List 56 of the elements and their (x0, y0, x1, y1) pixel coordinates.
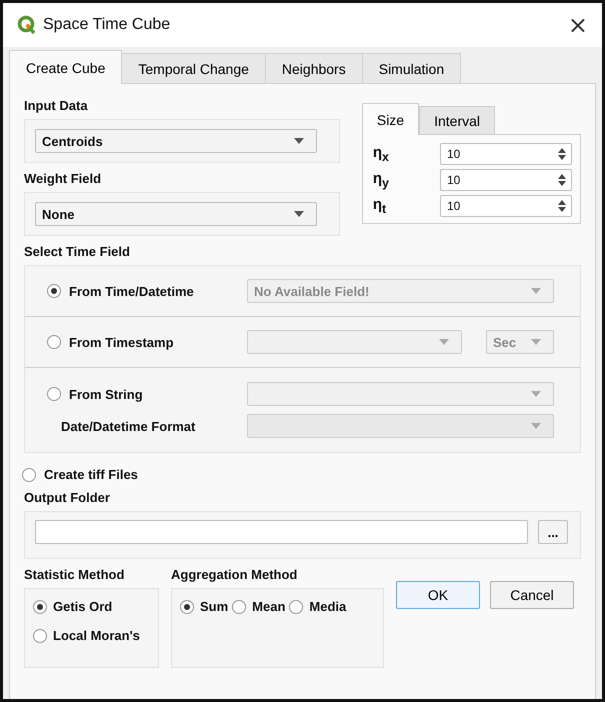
dialog-button[interactable]: Cancel (490, 581, 574, 609)
caret-icon (531, 423, 541, 429)
caret-icon (294, 138, 304, 144)
caret-icon (294, 211, 304, 217)
tab[interactable]: Simulation (362, 53, 462, 83)
radio-button[interactable] (47, 387, 61, 401)
radio-label: Mean (252, 599, 286, 614)
app-logo-icon (17, 15, 37, 35)
radio-button[interactable] (289, 600, 304, 614)
spin-arrows-icon (557, 199, 567, 213)
tab[interactable]: Interval (419, 106, 496, 134)
eta-label: η$_{y}$ (372, 170, 389, 190)
radio-button[interactable] (180, 600, 194, 614)
close-button[interactable]: × (562, 11, 594, 39)
spin-arrows-icon (557, 147, 567, 161)
radio-label: Getis Ord (53, 599, 112, 614)
tab[interactable]: Create Cube (9, 50, 122, 84)
radio-button[interactable] (47, 335, 61, 349)
caret-icon (531, 391, 541, 397)
radio-label: Sum (200, 599, 228, 614)
weight-field-dropdown[interactable]: None (35, 202, 317, 226)
window-title: Space Time Cube (43, 16, 172, 34)
section-label: Weight Field (24, 171, 102, 186)
radio-button[interactable] (33, 628, 47, 642)
tab[interactable]: Neighbors (264, 53, 363, 83)
radio-label: Create tiff Files (44, 467, 138, 482)
section-label: Select Time Field (24, 244, 131, 259)
radio-button[interactable] (22, 468, 36, 482)
caret-icon (531, 339, 541, 345)
section-label: Statistic Method (24, 567, 126, 582)
radio-label: Local Moran's (53, 628, 140, 643)
section-label: Output Folder (24, 490, 111, 505)
spin-box[interactable]: 10 (440, 195, 572, 217)
section-label: Input Data (24, 98, 89, 113)
output-folder-field[interactable] (35, 520, 528, 544)
radio-label: From Time/Datetime (69, 284, 194, 298)
tab[interactable]: Size (362, 103, 420, 135)
spin-box[interactable]: 10 (440, 169, 572, 191)
tab[interactable]: Temporal Change (121, 53, 266, 83)
radio-label: From Timestamp (69, 334, 174, 350)
radio-button[interactable] (47, 284, 61, 298)
section-label: Aggregation Method (171, 567, 298, 582)
radio-button[interactable] (232, 600, 246, 614)
caret-icon (531, 288, 541, 294)
dialog-button[interactable]: OK (396, 581, 480, 609)
radio-label: Media (309, 599, 346, 614)
radio-button[interactable] (33, 600, 47, 614)
caret-icon (439, 339, 449, 345)
spin-arrows-icon (557, 173, 567, 187)
eta-label: η$_{x}$ (372, 144, 389, 164)
input-data-dropdown[interactable]: Centroids (35, 129, 317, 153)
spin-box[interactable]: 10 (440, 143, 572, 165)
radio-label: From String (69, 386, 143, 402)
browse-button[interactable]: ... (538, 520, 568, 544)
format-label: Date/Datetime Format (60, 418, 196, 434)
eta-label: η$_{t}$ (372, 196, 386, 216)
